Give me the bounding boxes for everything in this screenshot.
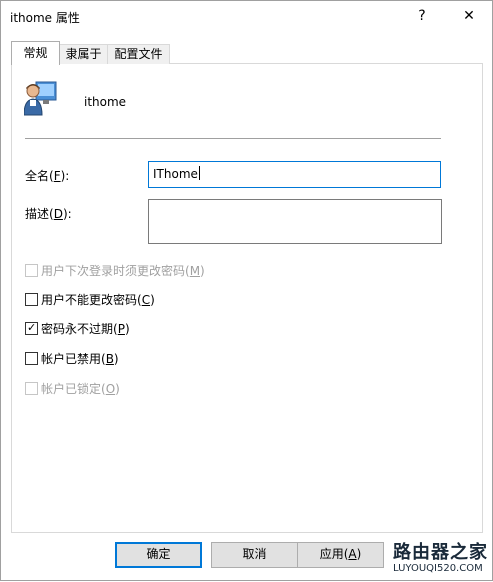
properties-dialog: ithome 属性 ? ✕ 常规 隶属于 配置文件 ithome 全名(F): … — [0, 0, 493, 581]
description-label: 描述(D): — [25, 207, 72, 221]
close-icon: ✕ — [463, 8, 475, 24]
checkmark-icon: ✓ — [27, 320, 37, 334]
checkbox-must-change-password[interactable]: 用户下次登录时须更改密码(M) — [25, 262, 205, 278]
separator — [25, 138, 441, 139]
checkbox-box[interactable] — [25, 292, 38, 306]
apply-button[interactable]: 应用(A) — [297, 542, 384, 568]
checkbox-password-never-expires[interactable]: ✓ 密码永不过期(P) — [25, 320, 130, 336]
checkbox-account-locked[interactable]: 帐户已锁定(O) — [25, 380, 120, 396]
close-button[interactable]: ✕ — [446, 1, 492, 32]
checkbox-box[interactable] — [25, 351, 38, 365]
description-input[interactable] — [148, 199, 442, 244]
window-title: ithome 属性 — [10, 11, 80, 25]
ok-button[interactable]: 确定 — [115, 542, 202, 568]
checkbox-cannot-change-password[interactable]: 用户不能更改密码(C) — [25, 291, 155, 307]
site-watermark-logo: 路由器之家 LUYOUQI520.COM — [393, 542, 488, 574]
tab-member-of[interactable]: 隶属于 — [58, 44, 109, 64]
checkbox-box[interactable] — [25, 263, 38, 277]
cancel-button[interactable]: 取消 — [211, 542, 298, 568]
fullname-label: 全名(F): — [25, 169, 70, 183]
tab-profile[interactable]: 配置文件 — [107, 44, 170, 64]
tab-general[interactable]: 常规 — [11, 41, 60, 65]
title-bar[interactable]: ithome 属性 ? ✕ — [1, 1, 492, 32]
checkbox-box[interactable] — [25, 381, 38, 395]
user-name: ithome — [84, 95, 127, 109]
checkbox-account-disabled[interactable]: 帐户已禁用(B) — [25, 350, 119, 366]
fullname-input[interactable]: IThome — [148, 161, 441, 188]
user-icon — [24, 81, 57, 116]
checkbox-box[interactable]: ✓ — [25, 320, 38, 335]
help-button[interactable]: ? — [399, 1, 445, 32]
